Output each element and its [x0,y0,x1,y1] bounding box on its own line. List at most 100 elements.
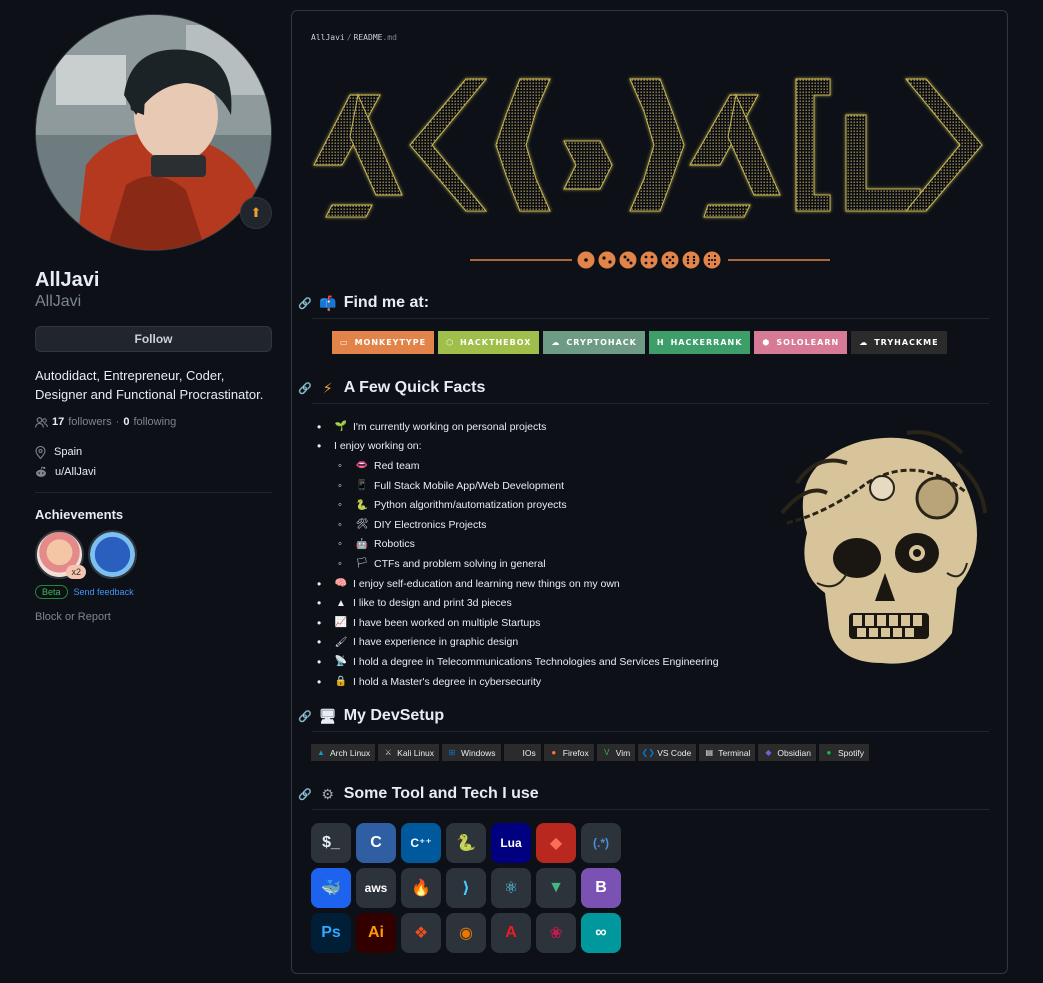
block-report-link[interactable]: Block or Report [35,611,272,623]
section-divider [312,318,989,319]
social-badge-hackerrank[interactable]: H HACKERRANK [648,331,751,354]
fact-item: 🏳 CTFs and problem solving in general [317,554,767,574]
breadcrumb: AllJavi / README.md [311,33,397,42]
devsetup-badge-firefox[interactable]: ● Firefox [543,744,594,761]
computer-icon: 🖥 [318,707,337,724]
lightning-icon: ⚡ [322,379,333,396]
devsetup-badge-spotify[interactable]: ● Spotify [818,744,869,761]
social-badge-hackthebox[interactable]: ⬡ HACKTHEBOX [438,331,540,354]
devsetup-badge-icon [509,748,519,758]
anchor-link-icon[interactable]: 🔗 [298,382,312,395]
achievement-badge-pull-shark[interactable]: x2 [35,530,86,579]
fact-text: Full Stack Mobile App/Web Development [374,479,565,492]
firebase-icon: 🔥 [401,868,441,908]
anchor-link-icon[interactable]: 🔗 [298,788,312,801]
devsetup-heading: 🔗 🖥 My DevSetup [298,707,444,725]
follow-button[interactable]: Follow [35,326,272,352]
social-badge-cryptohack[interactable]: ☁ CRYPTOHACK [543,331,645,354]
followers-label[interactable]: followers [68,416,111,428]
devsetup-badge-obsidian[interactable]: ◆ Obsidian [758,744,816,761]
social-badge-icon: ⬢ [762,338,771,347]
followers-count[interactable]: 17 [52,416,64,428]
social-badge-label: HACKTHEBOX [460,338,532,347]
mailbox-icon: 📫 [318,294,337,311]
find-me-title: Find me at: [343,294,430,311]
breadcrumb-file[interactable]: README [354,33,383,42]
profile-meta: Spain u/AllJavi [35,442,272,482]
avatar-wrap: ⬆ [35,14,272,254]
social-badges: ▭ MONKEYTYPE ⬡ HACKTHEBOX ☁ CRYPTOHACK H HACKER… [332,331,947,354]
fact-text: I enjoy self-education and learning new … [353,577,620,590]
devsetup-badge-label: Vim [615,747,631,758]
vue-icon: ▼ [536,868,576,908]
achievement-badge-shark[interactable] [88,530,137,579]
devsetup-badge-windows[interactable]: ⊞ Windows [442,744,501,761]
following-label[interactable]: following [133,416,176,428]
avatar[interactable] [35,14,272,251]
facts-list: 🌱 I'm currently working on personal proje… [317,417,767,691]
send-feedback-link[interactable]: Send feedback [74,587,134,597]
fact-item: 📡 I hold a degree in Telecommunications T… [317,652,767,672]
devsetup-badge-arch-linux[interactable]: ▲ Arch Linux [311,744,376,761]
devsetup-badge-icon: ❮❯ [641,748,655,757]
breadcrumb-ext[interactable]: .md [382,33,396,42]
fact-emoji-icon: 🌱 [334,421,348,433]
arduino-icon: ∞ [581,913,621,953]
c-icon: C [356,823,396,863]
fact-emoji-icon: 👄 [355,460,369,472]
fact-emoji-icon: ▲ [336,597,346,609]
social-badge-label: SOLOLEARN [776,338,840,347]
social-badge-tryhackme[interactable]: ☁ TRYHACKME [851,331,947,354]
profile-fullname: AllJavi [35,269,100,291]
devsetup-badge-icon: ⚔ [384,748,392,757]
ascii-banner-image [313,78,983,218]
fact-emoji-icon: 🏳 [355,558,369,570]
anchor-link-icon[interactable]: 🔗 [298,710,312,723]
devsetup-badge-icon: ● [551,748,557,757]
fact-item: 🤖 Robotics [317,535,767,555]
social-badge-icon: ☁ [551,338,561,347]
devsetup-badge-terminal[interactable]: ▤ Terminal [699,744,756,761]
fact-item: 🛠 DIY Electronics Projects [317,515,767,535]
fact-text: Python algorithm/automatization proyects [374,499,567,512]
devsetup-badge-kali-linux[interactable]: ⚔ Kali Linux [378,744,440,761]
social-badge-monkeytype[interactable]: ▭ MONKEYTYPE [332,331,435,354]
tools-grid: $_ C C⁺⁺ 🐍 Lua ◆ (.*) 🐳 aws 🔥 ⟩ ⚛ ▼ B Ps Ai ❖ ◉ A ❀ ∞ [311,823,621,953]
fact-item: 👄 Red team [317,456,767,476]
section-divider [312,403,989,404]
devsetup-badge-vs-code[interactable]: ❮❯ VS Code [638,744,697,761]
devsetup-badge-label: Arch Linux [330,747,371,758]
following-count[interactable]: 0 [123,416,129,428]
devsetup-badge-icon: ▲ [317,748,325,757]
achievements-title[interactable]: Achievements [35,507,272,522]
reddit-link[interactable]: u/AllJavi [55,466,96,478]
readme-panel: AllJavi / README.md 🔗 📫 Find me at: ▭ MO… [291,10,1008,974]
devsetup-badge-vim[interactable]: V Vim [596,744,636,761]
devsetup-badge-icon: ● [826,748,832,757]
location-row: Spain [35,442,272,462]
beta-row: Beta Send feedback [35,585,272,599]
location-text: Spain [54,446,83,458]
fact-text: I have experience in graphic design [353,636,519,649]
status-badge[interactable]: ⬆ [240,197,272,229]
fact-item: 📈 I have been worked on multiple Startups [317,613,767,633]
fact-text: DIY Electronics Projects [374,518,487,531]
stats-separator: · [115,416,120,428]
section-divider [312,731,989,732]
anchor-link-icon[interactable]: 🔗 [298,297,312,310]
social-badge-label: HACKERRANK [670,338,743,347]
social-badge-sololearn[interactable]: ⬢ SOLOLEARN [754,331,848,354]
devsetup-badge-label: Windows [461,747,496,758]
social-badge-label: TRYHACKME [874,338,939,347]
devsetup-badge-ios[interactable]: IOs [503,744,541,761]
tools-title: Some Tool and Tech I use [343,785,539,802]
people-icon [35,416,48,428]
devsetup-badge-label: VS Code [657,747,692,758]
fact-text: I enjoy working on: [334,440,422,453]
bash-icon: $_ [311,823,351,863]
profile-username: AllJavi [35,293,82,310]
find-me-heading: 🔗 📫 Find me at: [298,294,429,312]
fact-emoji-icon: 🖌 [334,636,348,648]
breadcrumb-user[interactable]: AllJavi [311,33,345,42]
devsetup-badge-icon: ⊞ [448,748,456,757]
